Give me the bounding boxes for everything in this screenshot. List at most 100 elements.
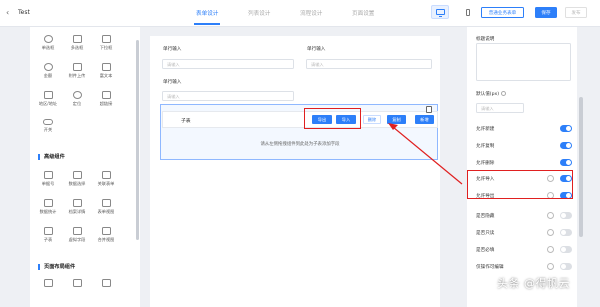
copy-button[interactable]: 复制 — [387, 115, 406, 124]
attachment-icon — [72, 63, 82, 71]
toggle-label: 是否必填 — [476, 248, 495, 253]
section-advanced-components: 高级组件 — [38, 153, 65, 160]
toggle-switch[interactable] — [560, 246, 572, 253]
gear-icon[interactable] — [547, 229, 554, 236]
component-subtable[interactable]: 子表 — [34, 227, 62, 243]
rich-text-icon — [101, 63, 111, 71]
document-number-icon — [43, 171, 53, 179]
add-button[interactable]: 新增 — [415, 115, 434, 124]
phone-icon — [466, 8, 470, 16]
subform-title: 子表 — [181, 119, 191, 124]
component-location[interactable]: 定位 — [63, 91, 91, 107]
text-input-3[interactable]: 请输入 — [162, 91, 294, 101]
toggle-row: 允许删除 — [476, 158, 572, 168]
toggle-row: 允许新建 — [476, 124, 572, 134]
component-rich-text[interactable]: 富文本 — [92, 63, 120, 79]
text-input-1[interactable]: 请输入 — [162, 59, 294, 69]
gear-icon[interactable] — [547, 263, 554, 270]
properties-panel: 标题说明 默认值(px) 请输入 允许新建 允许复制 允许删除 允许导入 允许导出 是否隐… — [467, 27, 577, 307]
toggle-switch[interactable] — [560, 125, 572, 132]
form-view-icon — [101, 199, 111, 207]
component-amount[interactable]: 金额 — [34, 63, 62, 79]
toggle-switch[interactable] — [560, 212, 572, 219]
dropdown-icon — [101, 35, 111, 43]
component-text[interactable] — [34, 279, 62, 289]
tab-list-design[interactable]: 列表设计 — [248, 9, 270, 17]
toggle-label: 仅操作可编辑 — [476, 265, 504, 270]
component-merged-view[interactable]: 合并视图 — [92, 227, 120, 243]
back-icon[interactable]: ‹ — [6, 8, 9, 17]
default-width-input[interactable]: 请输入 — [476, 103, 524, 113]
toggle-switch[interactable] — [560, 263, 572, 270]
tab-form-design[interactable]: 表单设计 — [193, 9, 221, 25]
component-switch[interactable]: 开关 — [34, 119, 62, 133]
location-pin-icon — [72, 91, 82, 99]
toggle-switch[interactable] — [560, 229, 572, 236]
desktop-view-button[interactable] — [431, 5, 449, 19]
toggle-switch[interactable] — [560, 159, 572, 166]
default-width-label: 默认值(px) — [476, 91, 507, 97]
toggle-switch[interactable] — [560, 142, 572, 149]
mobile-view-button[interactable] — [459, 5, 477, 19]
coin-icon — [43, 63, 53, 71]
toggle-row: 是否隐藏 — [476, 211, 572, 221]
toggle-row: 是否必填 — [476, 245, 572, 255]
component-region[interactable]: 地区/地址 — [34, 91, 62, 107]
merged-view-icon — [101, 227, 111, 235]
component-virtual-field[interactable]: 虚拟字段 — [63, 227, 91, 243]
title-description-label: 标题说明 — [476, 37, 495, 42]
subform-block[interactable]: 子表 导出 导入 删除 复制 新增 请从左侧拖拽组件到此处为子表添加字段 — [160, 104, 438, 160]
radio-icon — [43, 35, 53, 43]
gear-icon[interactable] — [547, 212, 554, 219]
component-hyperlink[interactable]: 超链接 — [92, 91, 120, 107]
component-attachment[interactable]: 附件上传 — [63, 63, 91, 79]
virtual-field-icon — [72, 227, 82, 235]
left-scrollbar[interactable] — [136, 40, 139, 240]
toggle-row: 仅操作可编辑 — [476, 262, 572, 272]
component-form-view[interactable]: 表单视图 — [92, 199, 120, 215]
component-image[interactable] — [63, 279, 91, 289]
toggle-label: 允许新建 — [476, 127, 495, 132]
field-label-1: 单行输入 — [163, 47, 182, 52]
title-description-textarea[interactable] — [476, 43, 571, 81]
component-divider[interactable] — [92, 279, 120, 289]
checkbox-icon — [72, 35, 82, 43]
component-checkbox[interactable]: 多选框 — [63, 35, 91, 51]
delete-button[interactable]: 删除 — [363, 115, 381, 124]
map-icon — [43, 91, 53, 99]
field-label-3: 单行输入 — [163, 80, 182, 85]
duplicate-icon[interactable] — [426, 106, 432, 113]
related-form-icon — [101, 171, 111, 179]
component-radio[interactable]: 单选框 — [34, 35, 62, 51]
app-title: Test — [18, 9, 30, 16]
component-archive-detail[interactable]: 档案详情 — [63, 199, 91, 215]
component-panel: 单选框 多选框 下拉框 金额 附件上传 富文本 地区/地址 定位 超链接 开关 … — [30, 27, 140, 307]
form-canvas — [150, 36, 440, 307]
publish-button[interactable]: 发布 — [565, 7, 587, 18]
toggle-icon — [43, 119, 53, 125]
top-bar: ‹ Test 表单设计 列表设计 流程设计 页面设置 普通业务表单 保存 发布 — [0, 0, 600, 27]
stats-icon — [43, 199, 53, 207]
component-select[interactable]: 下拉框 — [92, 35, 120, 51]
toggle-label: 是否隐藏 — [476, 214, 495, 219]
right-scrollbar[interactable] — [579, 97, 583, 237]
component-serial-number[interactable]: 单据号 — [34, 171, 62, 187]
component-data-stats[interactable]: 数据统计 — [34, 199, 62, 215]
section-layout-components: 页面布局组件 — [38, 263, 75, 270]
subform-header: 子表 导出 导入 删除 复制 新增 — [162, 111, 438, 128]
save-button[interactable]: 保存 — [535, 7, 557, 18]
component-related-form[interactable]: 关联表单 — [92, 171, 120, 187]
gear-icon[interactable] — [547, 246, 554, 253]
archive-icon — [72, 199, 82, 207]
highlight-export-import-buttons — [304, 108, 361, 129]
image-icon — [72, 279, 82, 287]
divider-icon — [101, 279, 111, 287]
tab-page-settings[interactable]: 页面设置 — [352, 9, 374, 17]
toggle-label: 允许复制 — [476, 144, 495, 149]
toggle-label: 允许删除 — [476, 161, 495, 166]
text-input-2[interactable]: 请输入 — [306, 59, 432, 69]
component-data-select[interactable]: 数据选择 — [63, 171, 91, 187]
toggle-row: 允许复制 — [476, 141, 572, 151]
business-form-button[interactable]: 普通业务表单 — [481, 7, 524, 18]
tab-flow-design[interactable]: 流程设计 — [300, 9, 322, 17]
